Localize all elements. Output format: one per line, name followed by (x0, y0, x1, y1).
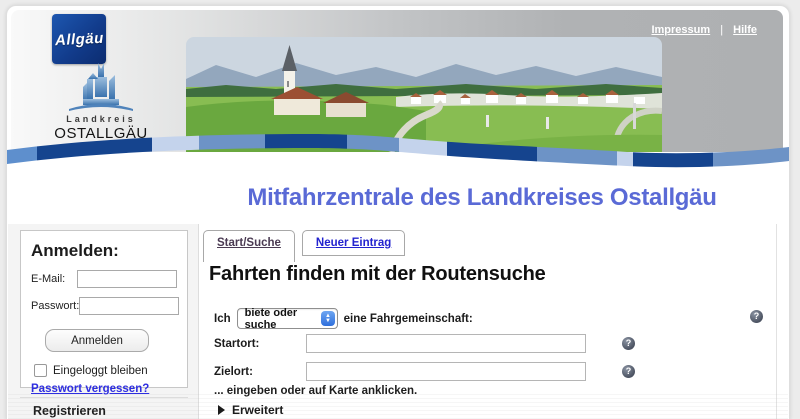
header-links: Impressum | Hilfe (651, 24, 757, 36)
startort-label: Startort: (214, 338, 306, 350)
zielort-input[interactable] (306, 362, 586, 381)
login-heading: Anmelden: (31, 241, 177, 261)
page-title: Mitfahrzentrale des Landkreises Ostallgä… (192, 184, 772, 212)
content-card: Allgäu Landkreis OSTALLGÄU (6, 5, 790, 419)
fahrt-type-select[interactable]: biete oder suche ▲ ▼ (237, 308, 338, 329)
sidebar: Anmelden: E-Mail: Passwort: Anmelden Ein… (8, 224, 199, 419)
impressum-link[interactable]: Impressum (651, 24, 710, 36)
ich-label: Ich (214, 313, 231, 325)
allgau-logo-text: Allgäu (54, 29, 104, 49)
remember-label: Eingeloggt bleiben (53, 365, 148, 377)
fahrt-type-row: Ich biete oder suche ▲ ▼ eine Fahrgemein… (214, 308, 473, 329)
select-stepper-icon: ▲ ▼ (321, 311, 334, 326)
help-icon-startort[interactable]: ? (622, 337, 635, 350)
castle-icon (65, 63, 137, 113)
map-hint-text: ... eingeben oder auf Karte anklicken. (214, 385, 417, 397)
email-label: E-Mail: (31, 273, 77, 285)
zielort-row: Zielort: ? (214, 362, 635, 381)
landkreis-logo-line1: Landkreis (43, 114, 159, 124)
help-icon-zielort[interactable]: ? (622, 365, 635, 378)
remember-checkbox[interactable] (34, 364, 47, 377)
fahrt-type-selected-value: biete oder suche (245, 307, 322, 331)
startort-row: Startort: ? (214, 334, 635, 353)
bottom-texture (8, 394, 788, 419)
zielort-label: Zielort: (214, 366, 306, 378)
content-right-border (776, 224, 777, 419)
password-label: Passwort: (31, 300, 79, 312)
page: Allgäu Landkreis OSTALLGÄU (0, 0, 800, 419)
expand-arrow-icon (218, 405, 225, 415)
login-button[interactable]: Anmelden (45, 329, 149, 352)
tab-neuer-eintrag[interactable]: Neuer Eintrag (302, 230, 405, 256)
erweitert-label: Erweitert (232, 403, 283, 417)
links-separator: | (720, 24, 723, 36)
erweitert-toggle[interactable]: Erweitert (218, 403, 283, 417)
help-icon-fahrt-type[interactable]: ? (750, 310, 763, 323)
main-heading: Fahrten finden mit der Routensuche (209, 263, 546, 286)
startort-input[interactable] (306, 334, 586, 353)
password-field[interactable] (79, 297, 179, 315)
tab-bar: Start/Suche Neuer Eintrag (203, 230, 405, 262)
stripe-wave-band (7, 128, 789, 176)
login-box: Anmelden: E-Mail: Passwort: Anmelden Ein… (20, 230, 188, 388)
email-field[interactable] (77, 270, 177, 288)
tab-start-suche[interactable]: Start/Suche (203, 230, 295, 262)
after-select-label: eine Fahrgemeinschaft: (344, 313, 473, 325)
hilfe-link[interactable]: Hilfe (733, 24, 757, 36)
allgau-logo[interactable]: Allgäu (52, 14, 106, 64)
